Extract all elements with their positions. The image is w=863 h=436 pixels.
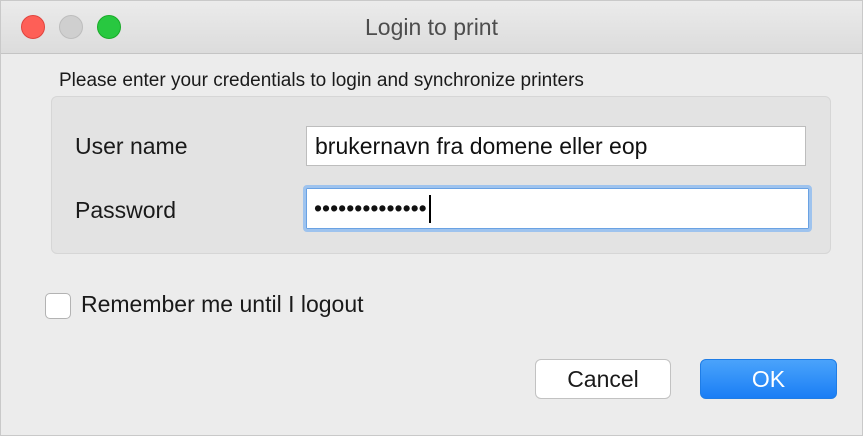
cancel-button[interactable]: Cancel (535, 359, 671, 399)
password-label: Password (75, 197, 176, 223)
login-dialog: Login to print Please enter your credent… (0, 0, 863, 436)
remember-me-checkbox[interactable] (45, 293, 71, 319)
title-bar[interactable]: Login to print (1, 1, 862, 54)
window-title: Login to print (365, 14, 498, 40)
instructions-text: Please enter your credentials to login a… (59, 70, 584, 91)
username-label: User name (75, 133, 188, 159)
text-caret (428, 194, 431, 223)
password-field[interactable]: •••••••••••••• (303, 185, 812, 232)
username-field[interactable]: brukernavn fra domene eller eop (306, 126, 806, 166)
password-masked-value: •••••••••••••• (314, 195, 427, 221)
remember-me-label[interactable]: Remember me until I logout (81, 291, 364, 318)
username-value: brukernavn fra domene eller eop (315, 132, 648, 159)
ok-button[interactable]: OK (700, 359, 837, 399)
